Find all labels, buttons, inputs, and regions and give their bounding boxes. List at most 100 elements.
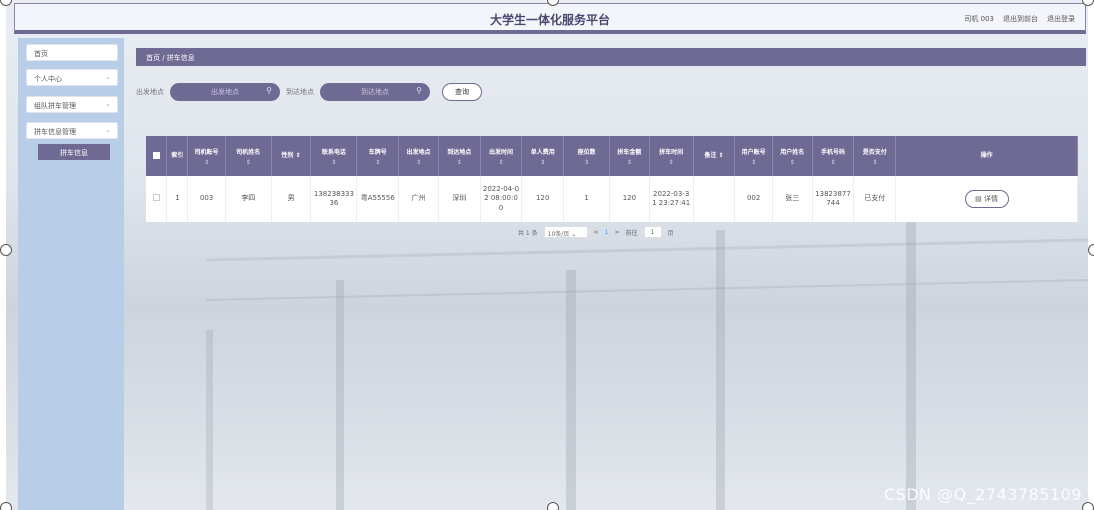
column-header-label: 用户姓名 <box>780 148 805 156</box>
sort-icon: ⇕ <box>872 158 878 166</box>
cell-from: 广州 <box>398 176 439 222</box>
chevron-down-icon: ⌄ <box>105 126 111 134</box>
column-header[interactable]: 联系电话 ⇕ <box>310 136 358 176</box>
cell-carpool-time: 2022-03-31 23:27:41 <box>649 176 694 222</box>
cell-user-name: 张三 <box>772 176 813 222</box>
column-header[interactable]: 出发时间 ⇕ <box>480 136 523 176</box>
watermark: CSDN @Q_2743785109 <box>883 485 1082 504</box>
sidebar-item-carpool-info-mgmt[interactable]: 拼车信息管理 ⌄ <box>26 122 118 139</box>
breadcrumb: 首页 / 拼车信息 <box>136 48 1086 66</box>
page-size-value: 10条/页 <box>547 231 570 238</box>
goto-label: 前往 <box>625 229 638 237</box>
cell-seats: 1 <box>563 176 611 222</box>
cell-user-account: 002 <box>734 176 773 222</box>
page-unit: 页 <box>667 229 674 237</box>
sort-icon: ⇕ <box>204 158 210 166</box>
cell-driver-name: 李四 <box>225 176 272 222</box>
column-header-label: 出发时间 <box>488 148 513 156</box>
current-user: 司机 003 <box>964 15 994 23</box>
resize-handle[interactable] <box>0 244 12 256</box>
sidebar-item-label: 拼车信息管理 <box>34 128 76 136</box>
cell-depart-time: 2022-04-02 08:00:00 <box>480 176 523 222</box>
sidebar-subitem-carpool-info[interactable]: 拼车信息 <box>38 144 110 160</box>
prev-page-button[interactable]: < <box>594 229 599 236</box>
column-header[interactable]: 出发地点 ⇕ <box>398 136 439 176</box>
column-header-label: 手机号码 <box>821 148 846 156</box>
column-header-label: 出发地点 <box>406 148 431 156</box>
sidebar-item-team-carpool[interactable]: 组队拼车管理 ⌄ <box>26 96 118 113</box>
column-header[interactable]: 单人费用 ⇕ <box>521 136 565 176</box>
sidebar: 首页 个人中心 ⌄ 组队拼车管理 ⌄ 拼车信息管理 ⌄ 拼车信息 <box>18 38 124 510</box>
pagination: 共 1 条 10条/页 ⌄ < 1 > 前往 1 页 <box>518 226 674 238</box>
search-icon: ⚲ <box>266 86 272 95</box>
cell-remark <box>693 176 736 222</box>
column-header-label: 到达地点 <box>447 148 472 156</box>
column-header[interactable]: 是否支付 ⇕ <box>853 136 897 176</box>
column-header[interactable]: 司机账号 ⇕ <box>187 136 226 176</box>
column-header[interactable]: 备注 ⇕ <box>693 136 736 176</box>
sort-icon: ⇕ <box>498 158 504 166</box>
resize-handle[interactable] <box>547 502 559 510</box>
column-header[interactable]: 手机号码 ⇕ <box>812 136 855 176</box>
column-header[interactable]: 司机姓名 ⇕ <box>225 136 272 176</box>
column-header[interactable]: 用户姓名 ⇕ <box>772 136 813 176</box>
column-header[interactable]: 索引 <box>166 136 189 176</box>
cell-index: 1 <box>166 176 189 222</box>
table-row: 1 003 李四 男 13823833336 粤A55556 广州 深圳 202… <box>146 176 1078 222</box>
column-header-label: 索引 <box>171 152 184 159</box>
column-header-label: 是否支付 <box>862 148 887 156</box>
column-header[interactable]: 性别 ⇕ <box>271 136 312 176</box>
row-checkbox[interactable] <box>146 176 168 222</box>
cell-paid: 已支付 <box>853 176 897 222</box>
header-actions: 司机 003 退出到前台 退出登录 <box>964 14 1075 24</box>
sidebar-item-personal-center[interactable]: 个人中心 ⌄ <box>26 69 118 86</box>
column-header-label: 车牌号 <box>368 148 387 156</box>
sidebar-item-label: 组队拼车管理 <box>34 102 76 110</box>
table-header-row: 索引 司机账号 ⇕ 司机姓名 ⇕ 性别 ⇕ 联系电话 ⇕ 车牌号 ⇕ 出发地点 ⇕ 到达地点 ⇕ 出发时间 ⇕… <box>146 136 1078 176</box>
cell-driver-account: 003 <box>187 176 226 222</box>
to-label: 到达地点 <box>286 88 314 96</box>
platform-title: 大学生一体化服务平台 <box>489 13 610 27</box>
background-decoration <box>205 220 1088 510</box>
column-header[interactable]: 用户账号 ⇕ <box>734 136 773 176</box>
select-all-checkbox[interactable] <box>146 136 168 176</box>
from-placeholder: 出发地点 <box>211 88 239 96</box>
goto-page-input[interactable]: 1 <box>643 226 662 238</box>
resize-handle[interactable] <box>1088 244 1094 256</box>
column-header[interactable]: 到达地点 ⇕ <box>438 136 481 176</box>
resize-handle[interactable] <box>1082 502 1094 510</box>
column-header-label: 用户账号 <box>741 148 766 156</box>
resize-handle[interactable] <box>0 502 12 510</box>
current-page[interactable]: 1 <box>605 229 609 236</box>
column-header-label: 拼车金额 <box>617 148 642 156</box>
column-header[interactable]: 车牌号 ⇕ <box>356 136 400 176</box>
column-header-label: 单人费用 <box>530 148 555 156</box>
search-icon: ⚲ <box>416 86 422 95</box>
document-icon: ▤ <box>975 195 984 203</box>
column-header[interactable]: 拼车时间 ⇕ <box>649 136 694 176</box>
column-header-label: 备注 ⇕ <box>704 152 724 159</box>
column-header-label: 司机账号 <box>194 148 219 156</box>
cell-actions: ▤ 详情 <box>895 176 1078 222</box>
from-input[interactable]: 出发地点 ⚲ <box>170 83 280 101</box>
column-header[interactable]: 座位数 ⇕ <box>563 136 611 176</box>
sort-icon: ⇕ <box>540 158 546 166</box>
sidebar-item-home[interactable]: 首页 <box>26 44 118 61</box>
chevron-down-icon: ⌄ <box>105 73 111 81</box>
app-frame: 大学生一体化服务平台 司机 003 退出到前台 退出登录 首页 个人中心 ⌄ 组… <box>6 0 1088 510</box>
column-header[interactable]: 拼车金额 ⇕ <box>609 136 650 176</box>
cell-phone: 13823833336 <box>310 176 358 222</box>
to-frontend-link[interactable]: 退出到前台 <box>1003 14 1038 24</box>
column-header[interactable]: 操作 <box>895 136 1078 176</box>
detail-button[interactable]: ▤ 详情 <box>964 190 1009 208</box>
cell-mobile: 13823877744 <box>812 176 855 222</box>
logout-link[interactable]: 退出登录 <box>1047 14 1075 24</box>
page-size-select[interactable]: 10条/页 ⌄ <box>543 226 588 238</box>
sidebar-item-label: 首页 <box>34 50 48 58</box>
sort-icon: ⇕ <box>584 158 590 166</box>
sort-icon: ⇕ <box>375 158 381 166</box>
query-button[interactable]: 查询 <box>442 83 482 101</box>
to-input[interactable]: 到达地点 ⚲ <box>320 83 430 101</box>
search-bar: 出发地点 出发地点 ⚲ 到达地点 到达地点 ⚲ 查询 <box>136 82 482 102</box>
next-page-button[interactable]: > <box>615 229 620 236</box>
